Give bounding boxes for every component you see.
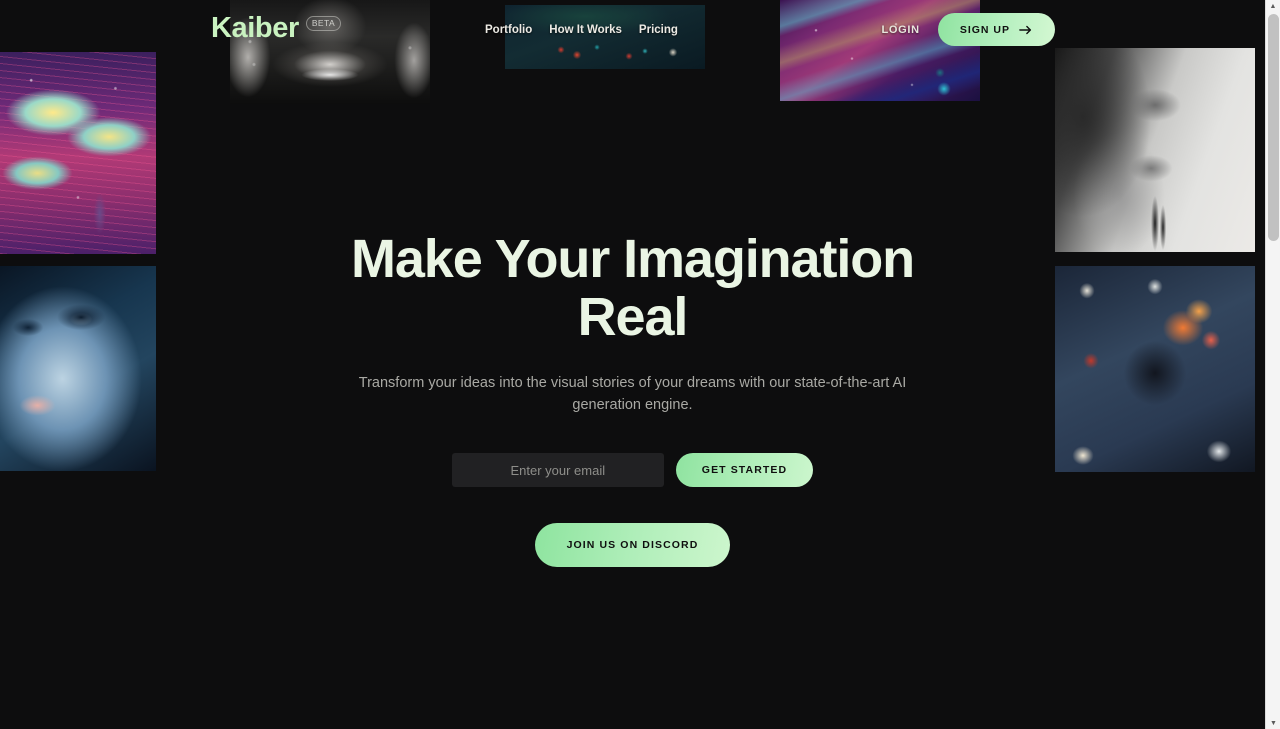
nav-actions: LOGIN SIGN UP (877, 13, 1055, 46)
sign-up-button[interactable]: SIGN UP (937, 13, 1055, 46)
join-discord-button[interactable]: JOIN US ON DISCORD (534, 523, 731, 568)
beta-badge: BETA (305, 16, 342, 31)
gallery-image-left-lower (0, 266, 156, 471)
gallery-image-right-lower (1055, 266, 1255, 472)
email-input[interactable] (451, 453, 664, 488)
scrollbar-thumb[interactable] (1268, 14, 1279, 241)
scroll-up-icon[interactable]: ▲ (1266, 0, 1280, 13)
nav-link-how-it-works[interactable]: How It Works (549, 24, 622, 36)
sign-up-label: SIGN UP (959, 23, 1010, 36)
gallery-image-right-upper (1055, 48, 1255, 252)
nav-link-portfolio[interactable]: Portfolio (485, 24, 532, 36)
login-link[interactable]: LOGIN (877, 16, 923, 44)
arrow-right-icon (1019, 25, 1032, 34)
hero-subtitle: Transform your ideas into the visual sto… (358, 374, 907, 413)
brand-logo[interactable]: Kaiber BETA (211, 12, 342, 44)
nav-link-pricing[interactable]: Pricing (639, 24, 678, 36)
page-title: Make Your Imagination Real (350, 229, 915, 347)
main-navigation: Kaiber BETA Portfolio How It Works Prici… (0, 0, 1265, 62)
vertical-scrollbar[interactable]: ▲ ▼ (1265, 0, 1280, 729)
nav-links: Portfolio How It Works Pricing (485, 24, 678, 36)
kaiber-landing-page: Kaiber BETA Portfolio How It Works Prici… (0, 0, 1265, 729)
gallery-image-left-upper (0, 52, 156, 254)
scroll-down-icon[interactable]: ▼ (1266, 720, 1280, 727)
browser-viewport: Kaiber BETA Portfolio How It Works Prici… (0, 0, 1280, 729)
logo-text: Kaiber (211, 12, 299, 44)
get-started-button[interactable]: GET STARTED (675, 453, 814, 488)
email-signup-form: GET STARTED (451, 453, 814, 488)
